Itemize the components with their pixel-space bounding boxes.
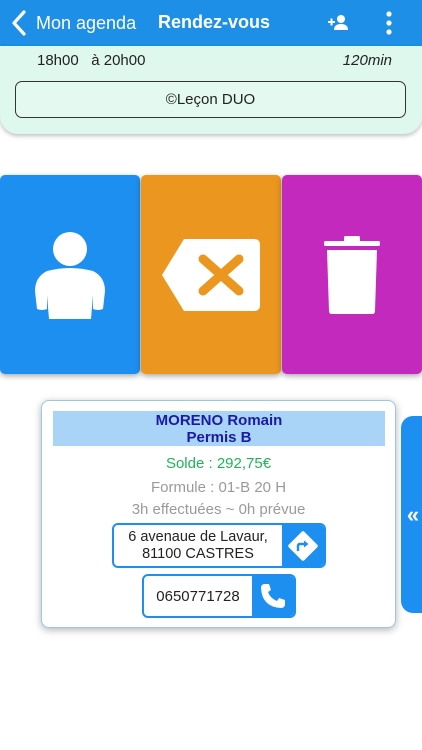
student-permit: Permis B <box>186 429 252 446</box>
person-icon <box>35 231 105 319</box>
delete-button[interactable] <box>282 175 422 374</box>
phone-icon <box>261 584 285 608</box>
lesson-type-button[interactable]: ©Leçon DUO <box>15 81 406 118</box>
end-time: à 20h00 <box>91 52 146 69</box>
student-name-box: MORENO Romain Permis B <box>53 411 385 446</box>
person-add-icon[interactable] <box>326 10 352 36</box>
student-card: MORENO Romain Permis B Solde : 292,75€ F… <box>41 400 396 628</box>
appointment-card: 18h00 à 20h00 120min ©Leçon DUO <box>0 46 422 134</box>
student-address: 6 avenaue de Lavaur, 81100 CASTRES <box>114 525 282 566</box>
directions-icon <box>288 530 318 561</box>
address-line-1: 6 avenaue de Lavaur, <box>128 529 268 545</box>
cancel-button[interactable] <box>141 175 281 374</box>
student-hours: 3h effectuées ~ 0h prévue <box>131 501 306 518</box>
student-name: MORENO Romain <box>155 412 283 429</box>
side-drawer-tab[interactable]: « <box>401 416 422 613</box>
appointment-duration: 120min <box>342 52 392 69</box>
phone-icon-box <box>252 576 294 616</box>
back-label: Mon agenda <box>36 12 137 33</box>
page-title: Rendez-vous <box>158 12 271 32</box>
more-vertical-icon[interactable] <box>376 10 402 36</box>
start-time: 18h00 <box>37 52 79 69</box>
double-chevron-left-icon: « <box>406 501 420 527</box>
address-line-2: 81100 CASTRES <box>142 546 254 562</box>
appointment-time: 18h00 à 20h00 <box>37 52 145 69</box>
header-bar: Mon agenda Rendez-vous <box>0 0 422 46</box>
phone-button[interactable]: 0650771728 <box>142 574 296 618</box>
chevron-left-icon <box>12 10 26 36</box>
trash-icon <box>324 235 380 314</box>
student-balance: Solde : 292,75€ <box>165 455 272 472</box>
backspace-x-icon <box>162 238 260 311</box>
address-button[interactable]: 6 avenaue de Lavaur, 81100 CASTRES <box>112 523 326 568</box>
student-button[interactable] <box>0 175 140 374</box>
directions-icon-box <box>282 525 324 566</box>
back-button[interactable]: Mon agenda <box>8 8 136 38</box>
student-formula: Formule : 01-B 20 H <box>150 479 287 496</box>
student-phone: 0650771728 <box>156 587 240 605</box>
